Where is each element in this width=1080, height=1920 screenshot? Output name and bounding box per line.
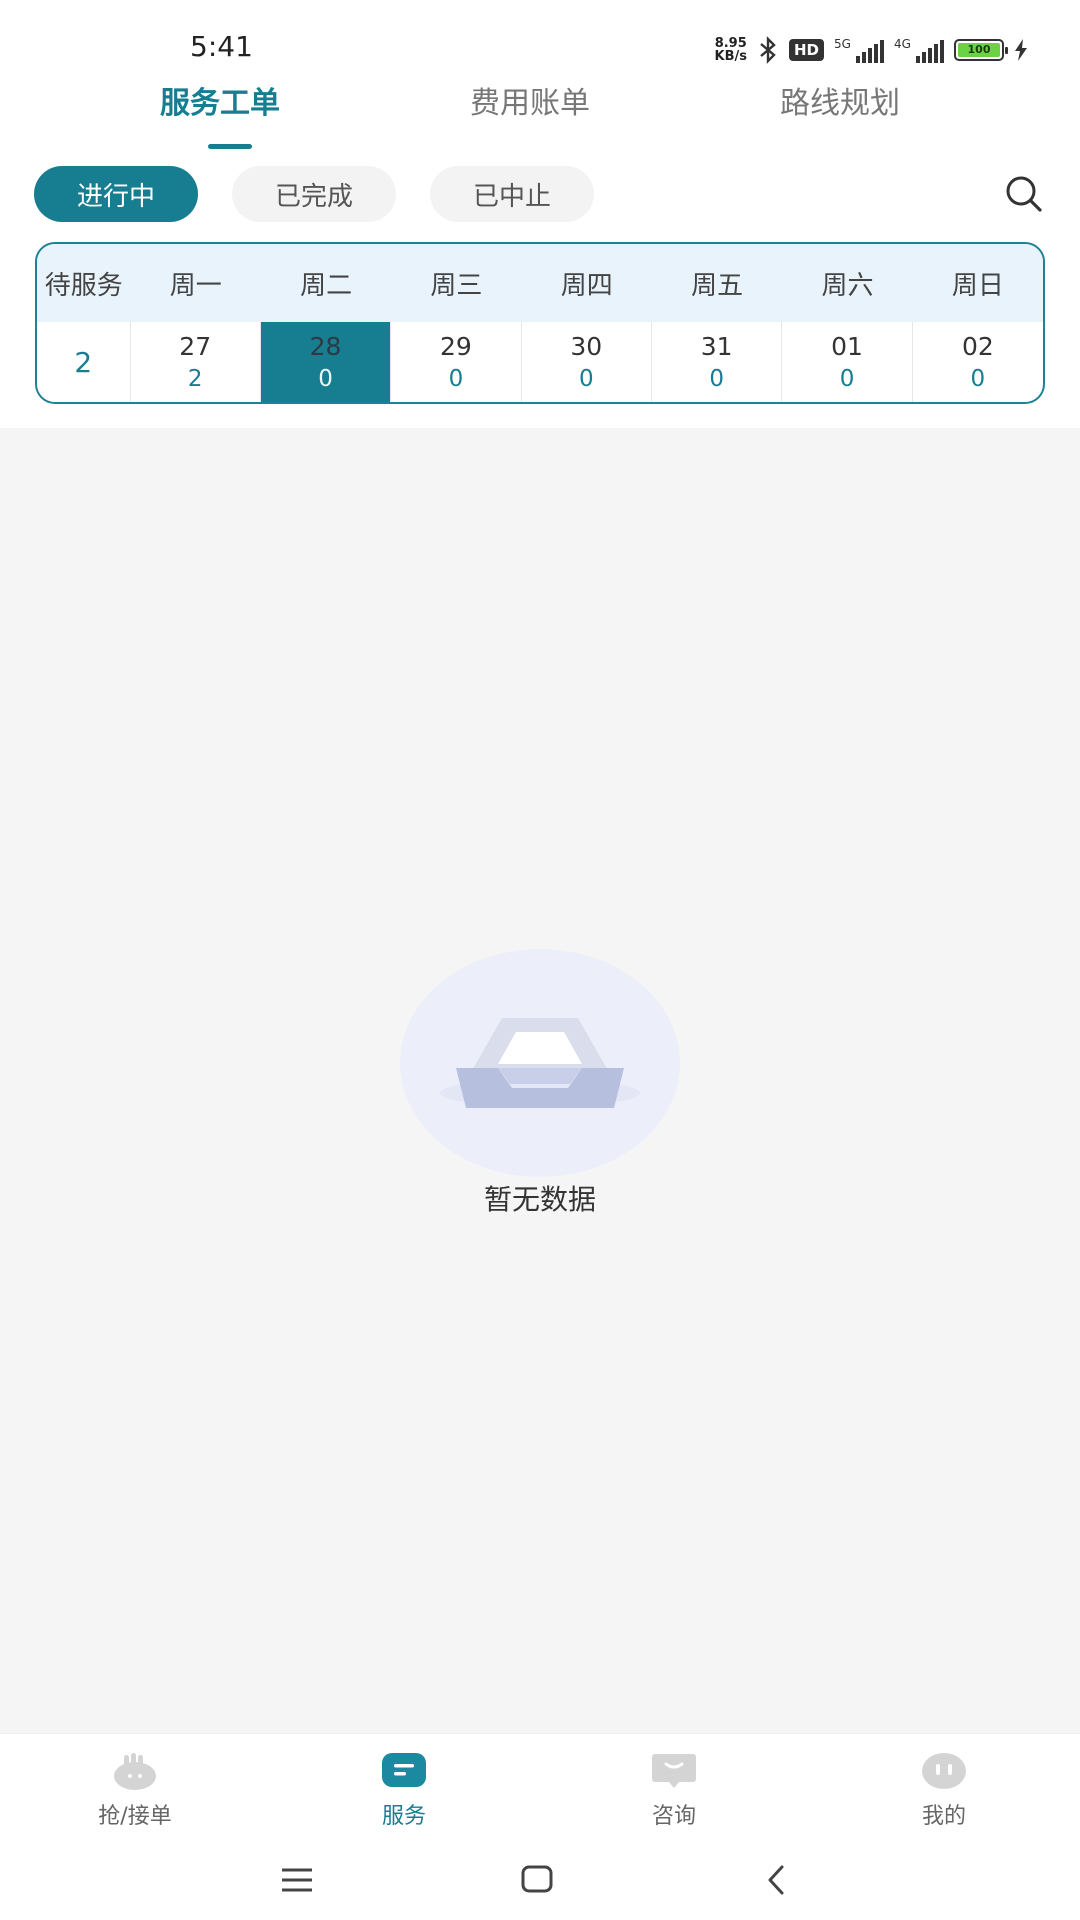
back-icon[interactable] — [752, 1855, 802, 1905]
day-order-count: 0 — [578, 366, 594, 392]
nav-label: 咨询 — [651, 1804, 696, 1829]
weekday-label: 周日 — [951, 270, 1004, 301]
order-list-area: 暂无数据 — [0, 428, 1080, 1733]
nav-label: 我的 — [921, 1804, 966, 1829]
profile-icon — [922, 1753, 966, 1789]
signal-4g-label: 4G — [894, 37, 911, 51]
weekday-label: 周五 — [691, 270, 744, 301]
hand-icon — [114, 1753, 156, 1790]
week-calendar: 待服务 周一 周二 周三 周四 周五 周六 周日 2 27 2 28 0 29 … — [35, 242, 1045, 404]
hd-badge: HD — [788, 39, 824, 61]
day-cell-selected[interactable]: 28 0 — [260, 322, 392, 402]
nav-grab-orders[interactable]: 抢/接单 — [55, 1752, 215, 1830]
service-icon — [382, 1753, 426, 1787]
network-speed: 8.95 KB/s — [715, 37, 747, 63]
day-order-count: 0 — [970, 366, 986, 392]
tab-service-orders[interactable]: 服务工单 — [160, 78, 280, 122]
day-order-count: 0 — [318, 366, 333, 392]
day-cell[interactable]: 27 2 — [131, 322, 261, 402]
empty-box-icon — [400, 949, 680, 1177]
day-date: 02 — [961, 332, 994, 361]
tab-expense-bills[interactable]: 费用账单 — [470, 78, 590, 122]
charging-icon — [1015, 39, 1027, 61]
net-speed-unit: KB/s — [714, 49, 747, 64]
day-date: 01 — [831, 332, 863, 361]
pending-label: 待服务 — [44, 270, 123, 301]
day-cell[interactable]: 02 0 — [913, 322, 1043, 402]
weekday-label: 周三 — [430, 270, 483, 301]
day-date: 30 — [570, 332, 603, 361]
weekday-label: 周一 — [169, 270, 222, 301]
calendar-days-row: 2 27 2 28 0 29 0 30 0 31 0 01 0 02 0 — [37, 322, 1043, 402]
status-filter-row: 进行中 已完成 已中止 — [34, 166, 1046, 224]
empty-state-text: 暂无数据 — [483, 1183, 596, 1216]
bluetooth-icon — [760, 36, 776, 64]
nav-label: 抢/接单 — [98, 1804, 172, 1829]
day-date: 29 — [440, 332, 472, 361]
day-cell[interactable]: 01 0 — [782, 322, 913, 402]
day-order-count: 0 — [839, 366, 855, 392]
pending-count[interactable]: 2 — [37, 322, 131, 402]
day-cell[interactable]: 31 0 — [652, 322, 783, 402]
active-tab-indicator — [208, 144, 252, 149]
signal-4g-icon: 4G — [894, 37, 944, 63]
day-date: 31 — [700, 332, 733, 361]
chat-icon — [652, 1754, 696, 1788]
day-date: 27 — [179, 332, 212, 361]
system-nav-bar — [0, 1843, 1080, 1920]
nav-label: 服务 — [381, 1804, 426, 1829]
signal-5g-icon: 5G — [834, 37, 884, 63]
filter-terminated[interactable]: 已中止 — [430, 166, 594, 222]
day-cell[interactable]: 29 0 — [391, 322, 522, 402]
status-time: 5:41 — [190, 30, 253, 63]
weekday-label: 周六 — [821, 270, 874, 301]
nav-mine[interactable]: 我的 — [864, 1752, 1024, 1830]
top-tab-bar: 服务工单 费用账单 路线规划 — [0, 72, 1080, 152]
nav-service[interactable]: 服务 — [324, 1752, 484, 1830]
day-order-count: 0 — [448, 366, 464, 392]
search-icon[interactable] — [1002, 172, 1046, 216]
filter-completed[interactable]: 已完成 — [232, 166, 396, 222]
filter-in-progress[interactable]: 进行中 — [34, 166, 198, 222]
day-order-count: 0 — [709, 366, 724, 392]
bottom-nav: 抢/接单 服务 咨询 我的 — [0, 1733, 1080, 1843]
day-date: 28 — [309, 332, 342, 361]
signal-5g-label: 5G — [834, 37, 851, 51]
day-cell[interactable]: 30 0 — [522, 322, 652, 402]
weekday-label: 周二 — [300, 270, 353, 301]
home-icon[interactable] — [512, 1855, 562, 1905]
status-bar: 5:41 8.95 KB/s HD 5G 4G 100 — [0, 0, 1080, 75]
tab-route-planning[interactable]: 路线规划 — [780, 78, 900, 122]
nav-consult[interactable]: 咨询 — [594, 1752, 754, 1830]
weekday-label: 周四 — [560, 270, 613, 301]
day-order-count: 2 — [187, 366, 203, 392]
status-icons: 8.95 KB/s HD 5G 4G 100 — [715, 34, 1028, 66]
menu-icon[interactable] — [272, 1855, 322, 1905]
battery-icon: 100 — [954, 39, 1008, 61]
battery-level: 100 — [958, 43, 1000, 57]
calendar-header-row: 待服务 周一 周二 周三 周四 周五 周六 周日 — [37, 244, 1043, 322]
